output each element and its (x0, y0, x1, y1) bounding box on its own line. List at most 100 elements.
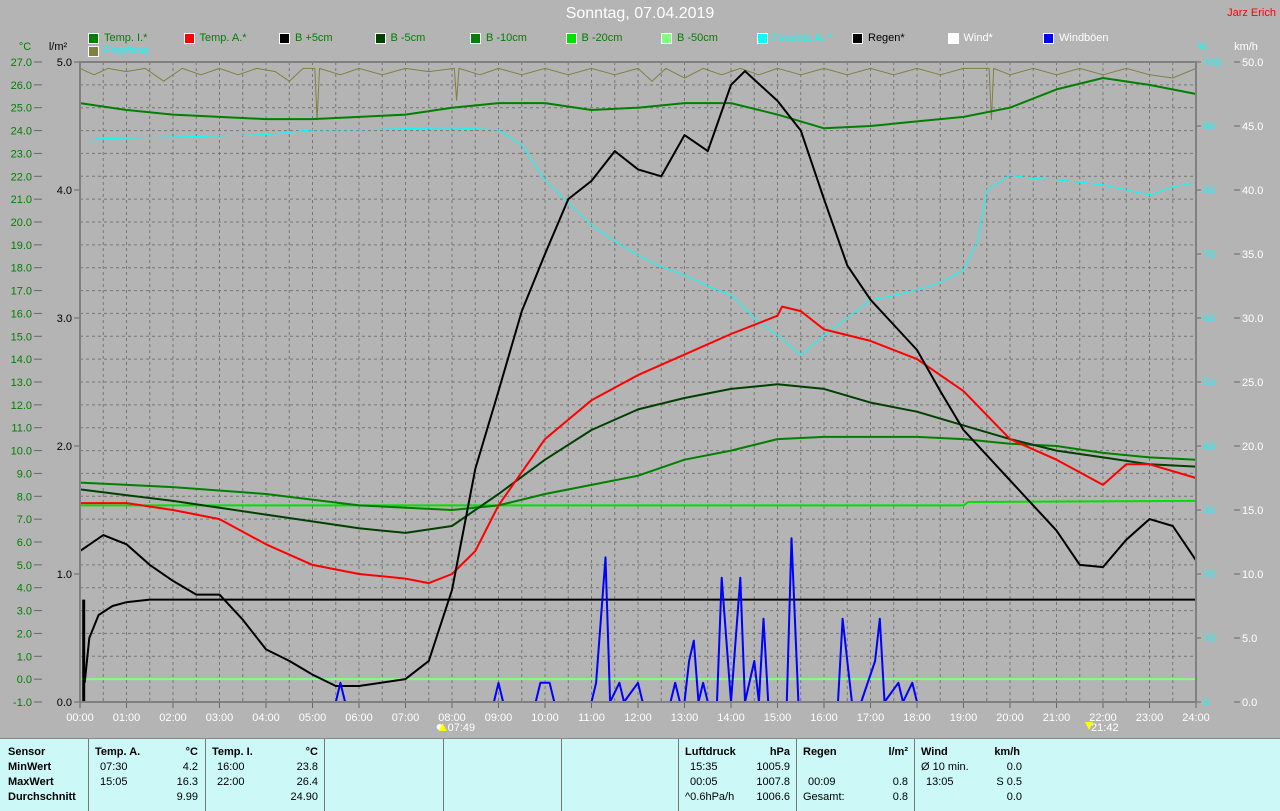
temp-axis-tick-label: 26.0 (11, 80, 32, 92)
x-axis-tick-label: 14:00 (717, 712, 745, 724)
wind-last: 0.0 (1006, 791, 1022, 803)
legend-label: B -50cm (677, 32, 718, 44)
legend-swatch (565, 32, 577, 44)
legend-swatch (279, 32, 290, 44)
divider (443, 739, 444, 811)
x-axis-tick-label: 13:00 (671, 712, 699, 724)
temp-a-min: 4.2 (182, 761, 198, 773)
rain-total: 0.8 (892, 791, 908, 803)
x-axis-tick-label: 01:00 (113, 712, 141, 724)
row-label-max: MaxWert (8, 776, 54, 788)
humidity-axis-tick-label: 10 (1203, 633, 1215, 645)
temp-axis-label: °C (19, 41, 31, 53)
wind-axis-tick-label: 20.0 (1242, 441, 1263, 453)
wind-axis-tick-label: 25.0 (1242, 377, 1263, 389)
x-axis-tick-label: 02:00 (159, 712, 187, 724)
legend-label: Windböen (1059, 32, 1109, 44)
pressure-unit: hPa (769, 746, 790, 758)
humidity-axis-label: % (1197, 41, 1207, 53)
rain-max: 0.8 (892, 776, 908, 788)
temp-i-unit: °C (305, 746, 318, 758)
temp-a-header: Temp. A. (95, 746, 141, 758)
wind-max: S 0.5 (996, 776, 1022, 788)
legend-swatch (470, 32, 481, 44)
temp-axis-tick-label: 16.0 (11, 308, 32, 320)
temp-axis-tick-label: 15.0 (11, 331, 32, 343)
temp-axis-tick-label: 22.0 (11, 171, 32, 183)
wind-axis-tick-label: 35.0 (1242, 249, 1263, 261)
wind-axis-tick-label: 45.0 (1242, 121, 1263, 133)
wind-axis-tick-label: 50.0 (1242, 57, 1263, 69)
legend-label: Temp. A.* (199, 32, 247, 44)
sunrise-label: 07:49 (448, 722, 476, 734)
x-axis-tick-label: 15:00 (764, 712, 792, 724)
temp-axis-tick-label: 8.0 (17, 491, 32, 503)
temp-axis-tick-label: 14.0 (11, 354, 32, 366)
chart-title: Sonntag, 07.04.2019 (565, 5, 715, 22)
rain-axis-tick-label: 4.0 (57, 185, 72, 197)
pressure-header: Luftdruck (685, 746, 736, 758)
x-axis-tick-label: 19:00 (950, 712, 978, 724)
x-axis-tick-label: 06:00 (345, 712, 373, 724)
wind-unit: km/h (994, 746, 1020, 758)
rain-axis-tick-label: 1.0 (57, 569, 72, 581)
temp-axis-tick-label: 23.0 (11, 148, 32, 160)
sensor-header: Sensor (8, 746, 46, 758)
rain-axis-label: l/m² (49, 41, 68, 53)
temp-i-min-time: 16:00 (217, 761, 245, 773)
humidity-axis-tick-label: 30 (1203, 505, 1215, 517)
pressure-trend: ^0.6hPa/h (685, 791, 735, 803)
humidity-axis-tick-label: 70 (1203, 249, 1215, 261)
divider (914, 739, 915, 811)
legend-label: Regen* (868, 32, 905, 44)
temp-i-max: 26.4 (296, 776, 318, 788)
temp-i-avg: 24.90 (290, 791, 318, 803)
legend-item: B +5cm (279, 32, 333, 44)
pressure-max: 1007.8 (756, 776, 790, 788)
divider (796, 739, 797, 811)
temp-axis-tick-label: 25.0 (11, 103, 32, 115)
legend-item: B -50cm (661, 32, 718, 44)
humidity-axis-tick-label: 60 (1203, 313, 1215, 325)
row-label-avg: Durchschnitt (8, 791, 76, 803)
temp-a-unit: °C (185, 746, 198, 758)
rain-axis-tick-label: 3.0 (57, 313, 72, 325)
temp-i-header: Temp. I. (212, 746, 253, 758)
temp-axis-tick-label: 17.0 (11, 286, 32, 298)
series-line-temp-i- (79, 77, 1197, 130)
temp-axis-tick-label: 6.0 (17, 537, 32, 549)
x-axis-tick-label: 12:00 (624, 712, 652, 724)
humidity-axis-tick-label: 40 (1203, 441, 1215, 453)
rain-axis-tick-label: 0.0 (57, 697, 72, 709)
temp-axis-tick-label: 7.0 (17, 514, 32, 526)
x-axis-tick-label: 07:00 (392, 712, 420, 724)
stats-table: Sensor MinWert MaxWert Durchschnitt Temp… (0, 738, 1280, 811)
legend-swatch (183, 32, 195, 44)
legend-swatch (947, 32, 959, 44)
temp-axis-tick-label: 24.0 (11, 126, 32, 138)
x-axis-tick-label: 09:00 (485, 712, 513, 724)
wind-avg: 0.0 (1006, 761, 1022, 773)
temp-axis-tick-label: 10.0 (11, 446, 32, 458)
legend-label: Empfang (104, 45, 149, 57)
temp-axis-tick-label: 20.0 (11, 217, 32, 229)
temp-axis-tick-label: 5.0 (17, 560, 32, 572)
legend-label: B -10cm (486, 32, 527, 44)
x-axis-tick-label: 18:00 (903, 712, 931, 724)
row-label-min: MinWert (8, 761, 52, 773)
author-label: Jarz Erich (1227, 7, 1276, 19)
rain-axis-tick-label: 2.0 (57, 441, 72, 453)
legend-item: Empfang (88, 45, 148, 57)
legend-label: Wind* (963, 32, 993, 44)
pressure-min: 1005.9 (756, 761, 790, 773)
legend-swatch (374, 32, 386, 44)
wind-header: Wind (921, 746, 948, 758)
x-axis-tick-label: 21:00 (1043, 712, 1071, 724)
legend-label: Temp. I.* (104, 32, 148, 44)
wind-axis-tick-label: 0.0 (1242, 697, 1257, 709)
legend-item: Regen* (852, 32, 905, 44)
temp-axis-tick-label: 12.0 (11, 400, 32, 412)
wind-axis-tick-label: 5.0 (1242, 633, 1257, 645)
legend-label: Feuchte A. * (772, 32, 833, 44)
legend-item: Feuchte A. * (756, 32, 833, 44)
